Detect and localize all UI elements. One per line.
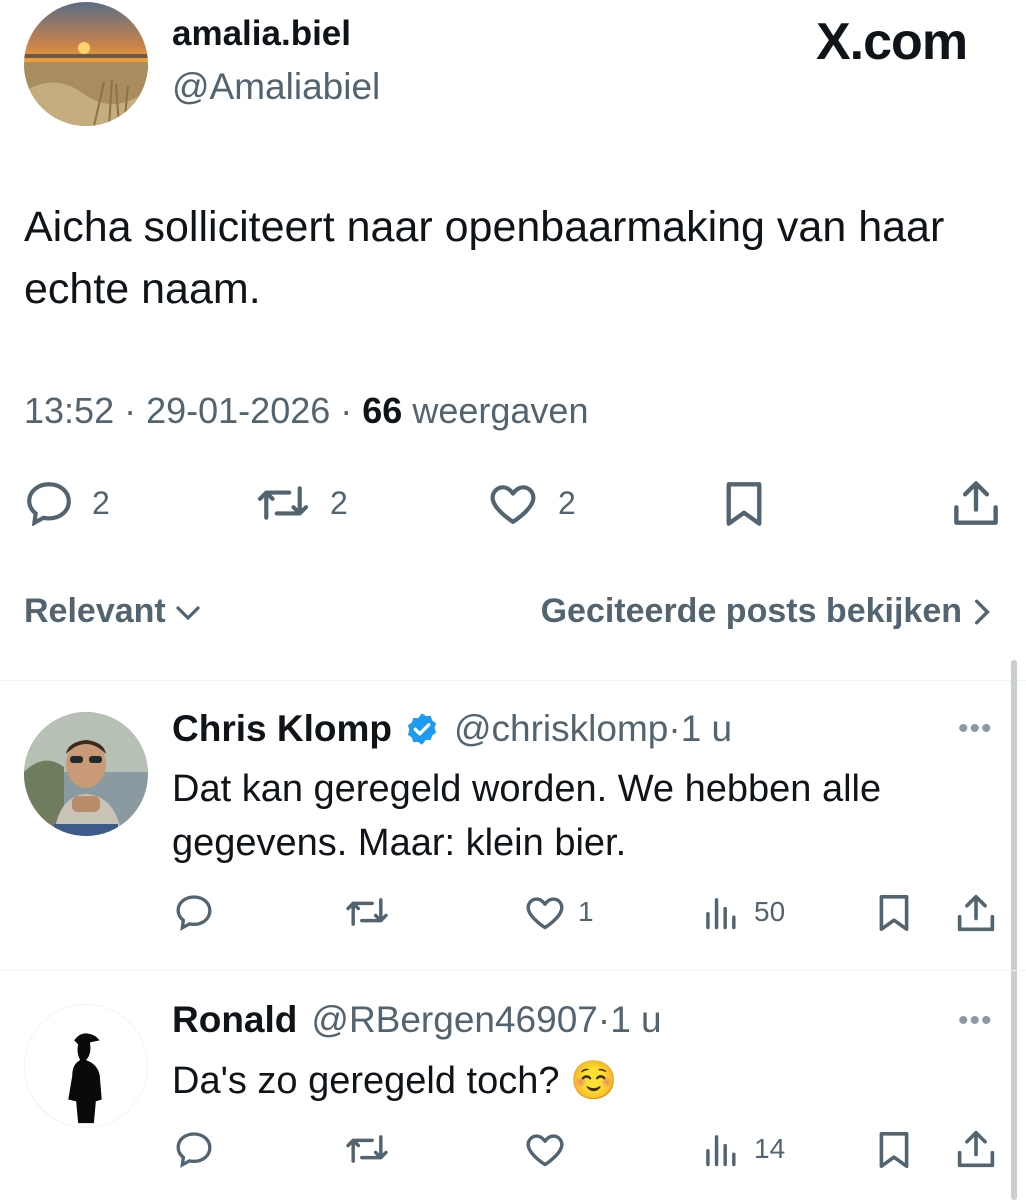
reply-avatar[interactable] — [24, 1004, 148, 1128]
author-avatar[interactable] — [24, 2, 148, 126]
reply-button[interactable]: 2 — [24, 480, 110, 526]
bookmark-icon — [726, 482, 762, 526]
verified-badge-icon — [407, 713, 437, 745]
reply-icon — [27, 482, 71, 526]
sort-dropdown[interactable]: Relevant — [24, 592, 202, 631]
bookmark-button[interactable] — [876, 1130, 912, 1170]
reply-count: 2 — [92, 484, 110, 521]
sunset-photo — [24, 2, 148, 126]
scrollbar[interactable] — [1011, 660, 1017, 1200]
views-label: weergaven — [412, 390, 589, 431]
reply-avatar[interactable] — [24, 712, 148, 836]
reply-author-handle[interactable]: @RBergen46907 — [311, 999, 597, 1041]
views-button[interactable]: 14 — [702, 1130, 785, 1168]
share-icon — [957, 1130, 995, 1168]
repost-count: 2 — [330, 484, 348, 521]
like-button[interactable] — [524, 1130, 566, 1168]
like-count: 2 — [558, 484, 576, 521]
chevron-down-icon — [176, 605, 200, 620]
views-icon — [706, 1135, 736, 1167]
reply-icon — [176, 1132, 212, 1168]
reply-header: Chris Klomp @chrisklomp · 1 u — [172, 708, 732, 750]
separator: · — [124, 390, 147, 431]
author-name[interactable]: amalia.biel — [172, 14, 351, 54]
profile-photo — [24, 712, 148, 836]
quoted-posts-label: Geciteerde posts bekijken — [540, 592, 962, 630]
bookmark-icon — [879, 895, 909, 931]
post-meta: 13:52 · 29-01-2026 · 66 weergaven — [24, 390, 588, 432]
post-date[interactable]: 29-01-2026 — [146, 390, 330, 431]
share-button[interactable] — [956, 892, 996, 934]
sort-label: Relevant — [24, 592, 166, 630]
brand-watermark: X.com — [816, 13, 968, 71]
author-handle[interactable]: @Amaliabiel — [172, 66, 380, 108]
views-button[interactable]: 50 — [702, 893, 785, 931]
bookmark-icon — [879, 1132, 909, 1168]
separator: · — [340, 390, 363, 431]
like-icon — [526, 897, 564, 930]
reply-author-name[interactable]: Chris Klomp — [172, 708, 392, 750]
repost-icon — [257, 486, 309, 520]
like-icon — [526, 1134, 564, 1167]
reply-author-name[interactable]: Ronald — [172, 999, 297, 1041]
views-count: 66 — [362, 390, 403, 431]
reply-header: Ronald @RBergen46907 · 1 u — [172, 999, 662, 1041]
share-icon — [957, 894, 995, 932]
views-count: 14 — [754, 1133, 786, 1164]
bookmark-button[interactable] — [876, 893, 912, 933]
share-button[interactable] — [956, 1128, 996, 1170]
like-icon — [490, 485, 536, 524]
views-count: 50 — [754, 896, 786, 927]
quoted-posts-link[interactable]: Geciteerde posts bekijken — [541, 592, 992, 631]
divider — [0, 970, 1026, 971]
share-icon — [954, 481, 998, 525]
repost-button[interactable]: 2 — [254, 480, 348, 526]
reply-button[interactable] — [174, 1130, 214, 1168]
separator: · — [597, 999, 611, 1040]
reply-age[interactable]: 1 u — [610, 999, 661, 1041]
views-icon — [706, 898, 736, 930]
repost-icon — [346, 898, 388, 926]
repost-icon — [346, 1135, 388, 1163]
like-button[interactable]: 1 — [524, 893, 594, 931]
like-count: 1 — [578, 896, 594, 927]
separator: · — [668, 708, 681, 749]
reply-age[interactable]: 1 u — [681, 708, 732, 750]
chevron-right-icon — [975, 599, 990, 624]
more-icon[interactable]: ••• — [958, 1004, 993, 1038]
silhouette-photo — [25, 1005, 147, 1127]
reply-button[interactable] — [174, 893, 214, 931]
post-text: Aicha solliciteert naar openbaarmaking v… — [24, 203, 945, 313]
more-icon[interactable]: ••• — [958, 712, 993, 746]
like-button[interactable]: 2 — [486, 480, 576, 526]
reply-text: Dat kan geregeld worden. We hebben alle … — [172, 768, 882, 864]
divider — [0, 680, 1026, 681]
repost-button[interactable] — [344, 1130, 390, 1168]
reply-author-handle[interactable]: @chrisklomp — [454, 708, 668, 750]
post-time[interactable]: 13:52 — [24, 390, 114, 431]
reply-icon — [176, 895, 212, 931]
share-button[interactable] — [952, 478, 1000, 528]
reply-text: Da's zo geregeld toch? ☺️ — [172, 1060, 618, 1102]
repost-button[interactable] — [344, 893, 390, 931]
bookmark-button[interactable] — [722, 480, 766, 528]
